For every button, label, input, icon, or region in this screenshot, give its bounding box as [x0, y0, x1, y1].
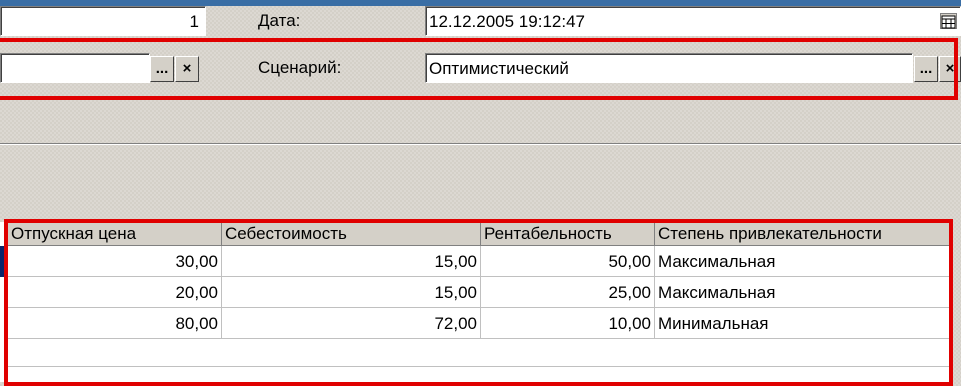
column-header-attractiveness[interactable]: Степень привлекательности — [655, 222, 950, 246]
table-cell[interactable]: 10,00 — [481, 308, 655, 339]
column-header-price[interactable]: Отпускная цена — [8, 222, 222, 246]
empty-row[interactable] — [8, 339, 950, 367]
separator — [0, 143, 961, 145]
scenario-select-button[interactable]: ... — [914, 56, 938, 82]
table-cell[interactable]: 50,00 — [481, 246, 655, 277]
reference-clear-button[interactable]: × — [175, 56, 199, 82]
column-header-profitability[interactable]: Рентабельность — [481, 222, 655, 246]
scenario-field[interactable]: Оптимистический — [425, 53, 913, 83]
data-grid[interactable]: Отпускная цена Себестоимость Рентабельно… — [0, 222, 950, 382]
date-value: 12.12.2005 19:12:47 — [429, 12, 585, 31]
selected-row-marker — [0, 246, 8, 277]
table-cell[interactable]: 15,00 — [222, 246, 481, 277]
table-cell[interactable]: 20,00 — [8, 277, 222, 308]
date-field[interactable]: 12.12.2005 19:12:47 — [425, 6, 961, 36]
scenario-clear-button[interactable]: × — [939, 56, 961, 82]
number-value: 1 — [189, 12, 199, 31]
table-cell[interactable]: 15,00 — [222, 277, 481, 308]
table-cell[interactable]: 72,00 — [222, 308, 481, 339]
calendar-icon[interactable] — [940, 13, 957, 29]
table-cell[interactable]: Максимальная — [655, 246, 950, 277]
reference-field[interactable] — [0, 53, 150, 83]
table-cell[interactable]: 25,00 — [481, 277, 655, 308]
column-header-cost[interactable]: Себестоимость — [222, 222, 481, 246]
date-label: Дата: — [258, 11, 301, 30]
table-cell[interactable]: Максимальная — [655, 277, 950, 308]
scenario-value: Оптимистический — [429, 59, 569, 78]
table-cell[interactable]: 30,00 — [8, 246, 222, 277]
number-field[interactable]: 1 — [0, 6, 206, 36]
table-cell[interactable]: 80,00 — [8, 308, 222, 339]
reference-select-button[interactable]: ... — [150, 56, 174, 82]
table-cell[interactable]: Минимальная — [655, 308, 950, 339]
scenario-label: Сценарий: — [258, 58, 342, 77]
